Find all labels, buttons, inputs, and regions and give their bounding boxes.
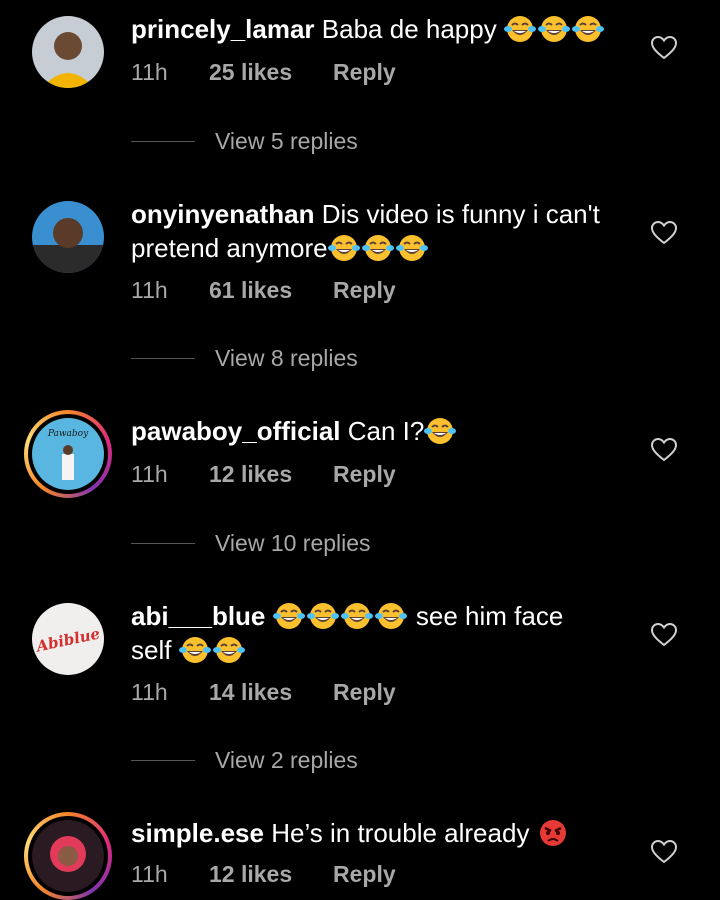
view-replies-button[interactable]: View 2 replies	[131, 747, 358, 774]
comment-time: 11h	[131, 277, 168, 303]
comment-likes[interactable]: 12 likes	[209, 861, 333, 888]
heart-outline-icon[interactable]	[651, 36, 677, 60]
divider	[131, 141, 195, 142]
view-replies-button[interactable]: View 5 replies	[131, 128, 358, 155]
comment-username[interactable]: onyinyenathan	[131, 199, 314, 229]
heart-outline-icon[interactable]	[651, 840, 677, 864]
view-replies-button[interactable]: View 8 replies	[131, 345, 358, 372]
comment-likes[interactable]: 25 likes	[209, 59, 333, 86]
avatar[interactable]	[32, 201, 104, 273]
avatar-story-ring[interactable]: Pawaboy	[24, 410, 112, 498]
comment-meta: 11h 25 likes Reply	[131, 59, 396, 86]
laughing-emoji-icon	[213, 635, 245, 665]
reply-button[interactable]: Reply	[333, 277, 396, 304]
reply-button[interactable]: Reply	[333, 461, 396, 488]
avatar[interactable]: Abiblue	[32, 603, 104, 675]
comment-likes[interactable]: 61 likes	[209, 277, 333, 304]
view-replies-button[interactable]: View 10 replies	[131, 530, 371, 557]
comment-body-line2: self	[131, 635, 172, 665]
laughing-emoji-icon	[424, 416, 456, 446]
comment-body: He’s in trouble already	[271, 818, 530, 848]
laughing-emoji-icon	[538, 14, 570, 44]
laughing-emoji-icon	[179, 635, 211, 665]
divider	[131, 760, 195, 761]
comment-likes[interactable]: 14 likes	[209, 679, 333, 706]
avatar-logo-text: Pawaboy	[47, 429, 89, 439]
view-replies-label: View 10 replies	[215, 530, 371, 556]
comment-username[interactable]: abi___blue	[131, 601, 265, 631]
comment-text: princely_lamar Baba de happy	[131, 12, 631, 46]
comment-username[interactable]: simple.ese	[131, 818, 264, 848]
reply-button[interactable]: Reply	[333, 59, 396, 86]
reply-button[interactable]: Reply	[333, 861, 396, 888]
comment-time: 11h	[131, 679, 168, 705]
view-replies-label: View 8 replies	[215, 345, 358, 371]
laughing-emoji-icon	[328, 233, 360, 263]
divider	[131, 358, 195, 359]
laughing-emoji-icon	[307, 601, 339, 631]
comment-text: abi___blue see him face self	[131, 599, 631, 667]
comment-body: Can I?	[347, 416, 425, 446]
laughing-emoji-icon	[375, 601, 407, 631]
heart-outline-icon[interactable]	[651, 623, 677, 647]
comment-body: see him face	[415, 601, 564, 631]
laughing-emoji-icon	[572, 14, 604, 44]
heart-outline-icon[interactable]	[651, 438, 677, 462]
laughing-emoji-icon	[273, 601, 305, 631]
comment-body: Baba de happy	[321, 14, 497, 44]
comment-time: 11h	[131, 461, 168, 487]
comment-time: 11h	[131, 861, 168, 887]
comment-meta: 11h 61 likes Reply	[131, 277, 396, 304]
comment-username[interactable]: pawaboy_official	[131, 416, 341, 446]
view-replies-label: View 5 replies	[215, 128, 358, 154]
avatar[interactable]	[32, 16, 104, 88]
comment-meta: 11h 12 likes Reply	[131, 461, 396, 488]
laughing-emoji-icon	[396, 233, 428, 263]
reply-button[interactable]: Reply	[333, 679, 396, 706]
laughing-emoji-icon	[341, 601, 373, 631]
avatar-story-ring[interactable]	[24, 812, 112, 900]
comment-meta: 11h 14 likes Reply	[131, 679, 396, 706]
comment-text: simple.ese He’s in trouble already	[131, 816, 631, 850]
view-replies-label: View 2 replies	[215, 747, 358, 773]
comment-likes[interactable]: 12 likes	[209, 461, 333, 488]
comment-meta: 11h 12 likes Reply	[131, 861, 396, 888]
angry-face-emoji-icon	[539, 820, 566, 846]
laughing-emoji-icon	[362, 233, 394, 263]
divider	[131, 543, 195, 544]
comment-time: 11h	[131, 59, 168, 85]
heart-outline-icon[interactable]	[651, 221, 677, 245]
laughing-emoji-icon	[504, 14, 536, 44]
comment-text: onyinyenathan Dis video is funny i can't…	[131, 197, 631, 265]
comment-username[interactable]: princely_lamar	[131, 14, 315, 44]
comment-text: pawaboy_official Can I?	[131, 414, 631, 448]
